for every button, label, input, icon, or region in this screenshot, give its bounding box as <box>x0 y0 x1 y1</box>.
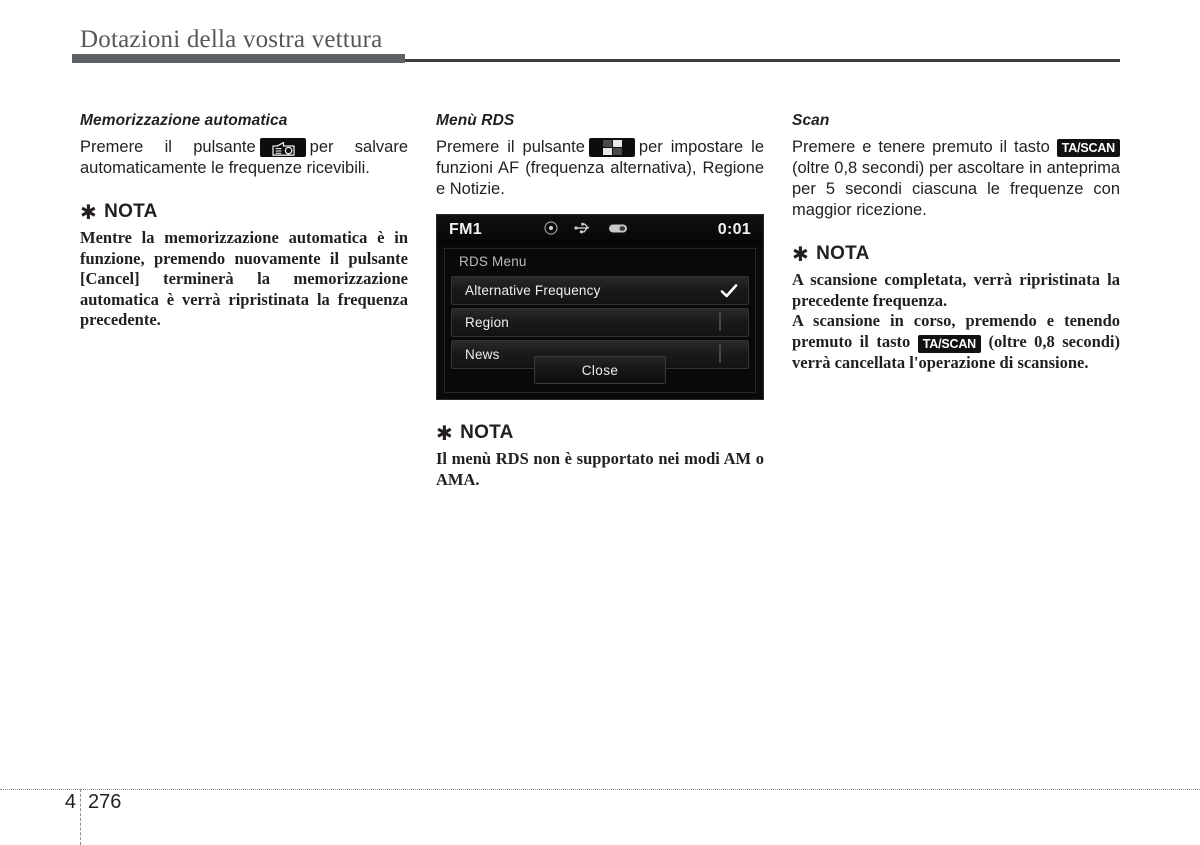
paragraph-text-part2: (oltre 0,8 secondi) per ascoltare in ant… <box>792 159 1120 219</box>
section-heading-memorizzazione: Memorizzazione automatica <box>80 112 288 129</box>
content-column-right: Scan Premere e tenere premuto il tasto T… <box>792 112 1120 373</box>
menu-row-alternative-frequency[interactable]: Alternative Frequency <box>451 276 749 305</box>
nota-label: NOTA <box>104 201 158 222</box>
section-heading-scan: Scan <box>792 112 830 129</box>
menu-glyph <box>602 140 622 156</box>
aux-icon <box>608 221 628 239</box>
menu-row-label: Region <box>465 315 509 330</box>
checkbox-icon[interactable] <box>719 311 739 333</box>
nota-title-left: ✱ NOTA <box>80 201 408 223</box>
nota-block-left: ✱ NOTA Mentre la memorizzazione automati… <box>80 201 408 331</box>
nota-label: NOTA <box>460 422 514 443</box>
nota-text-left: Mentre la memorizzazione automatica è in… <box>80 228 408 329</box>
asterisk-icon: ✱ <box>436 423 454 445</box>
nota-block-middle: ✱ NOTA Il menù RDS non è supportato nei … <box>436 422 764 490</box>
header-rule-thin <box>405 59 1120 62</box>
nota-title-middle: ✱ NOTA <box>436 422 764 444</box>
checkmark-icon[interactable] <box>719 281 739 301</box>
crop-mark-horizontal <box>0 789 1200 790</box>
rds-menu-panel: RDS Menu Alternative Frequency Region Ne… <box>444 248 756 393</box>
paragraph-memorizzazione: Premere il pulsante per salvare automati… <box>80 137 408 179</box>
close-button[interactable]: Close <box>534 356 666 384</box>
ta-scan-key-badge: TA/SCAN <box>917 334 981 353</box>
page-header: Dotazioni della vostra vettura <box>0 0 1200 70</box>
nota-title-right: ✱ NOTA <box>792 243 1120 265</box>
disc-icon <box>544 220 558 240</box>
nota-text-right-p2: A scansione in corso, premendo e tenendo… <box>792 311 1120 373</box>
footer-chapter-number: 4 <box>64 791 76 813</box>
header-rule-thick <box>72 54 405 63</box>
asterisk-icon: ✱ <box>80 202 98 224</box>
rds-menu-title: RDS Menu <box>459 254 527 269</box>
nota-text-middle: Il menù RDS non è supportato nei modi AM… <box>436 449 764 489</box>
usb-icon <box>574 221 592 239</box>
menu-row-label: News <box>465 347 500 362</box>
crop-mark-vertical <box>80 789 81 845</box>
checkbox-icon[interactable] <box>719 343 739 365</box>
menu-row-label: Alternative Frequency <box>465 283 601 298</box>
paragraph-scan: Premere e tenere premuto il tasto TA/SCA… <box>792 137 1120 221</box>
paragraph-text-before-icon: Premere il pulsante <box>80 138 256 156</box>
radio-glyph <box>271 141 296 156</box>
status-clock: 0:01 <box>717 221 751 238</box>
paragraph-text-before-icon: Premere il pulsante <box>436 138 585 156</box>
section-heading-menu-rds: Menù RDS <box>436 112 515 129</box>
ta-scan-key-badge: TA/SCAN <box>1056 139 1120 157</box>
page-title: Dotazioni della vostra vettura <box>80 26 383 53</box>
screen-status-bar: FM1 0:01 <box>437 215 763 245</box>
radio-auto-store-icon <box>259 138 306 158</box>
menu-row-region[interactable]: Region <box>451 308 749 337</box>
asterisk-icon: ✱ <box>792 244 810 266</box>
nota-block-right: ✱ NOTA A scansione completata, verrà rip… <box>792 243 1120 373</box>
head-unit-screen: FM1 0:01 RDS Menu Alternative Frequency … <box>436 214 764 400</box>
nota-label: NOTA <box>816 243 870 264</box>
paragraph-text-part1: Premere e tenere premuto il tasto <box>792 138 1050 156</box>
content-column-left: Memorizzazione automatica Premere il pul… <box>80 112 408 331</box>
status-icon-group <box>468 220 704 240</box>
menu-grid-icon <box>588 138 635 158</box>
nota-text-right-p1: A scansione completata, verrà ripristina… <box>792 270 1120 310</box>
paragraph-menu-rds: Premere il pulsante per impostare le funz… <box>436 137 764 200</box>
footer-page-number: 276 <box>88 791 122 813</box>
content-column-middle: Menù RDS Premere il pulsante per impostar… <box>436 112 764 490</box>
